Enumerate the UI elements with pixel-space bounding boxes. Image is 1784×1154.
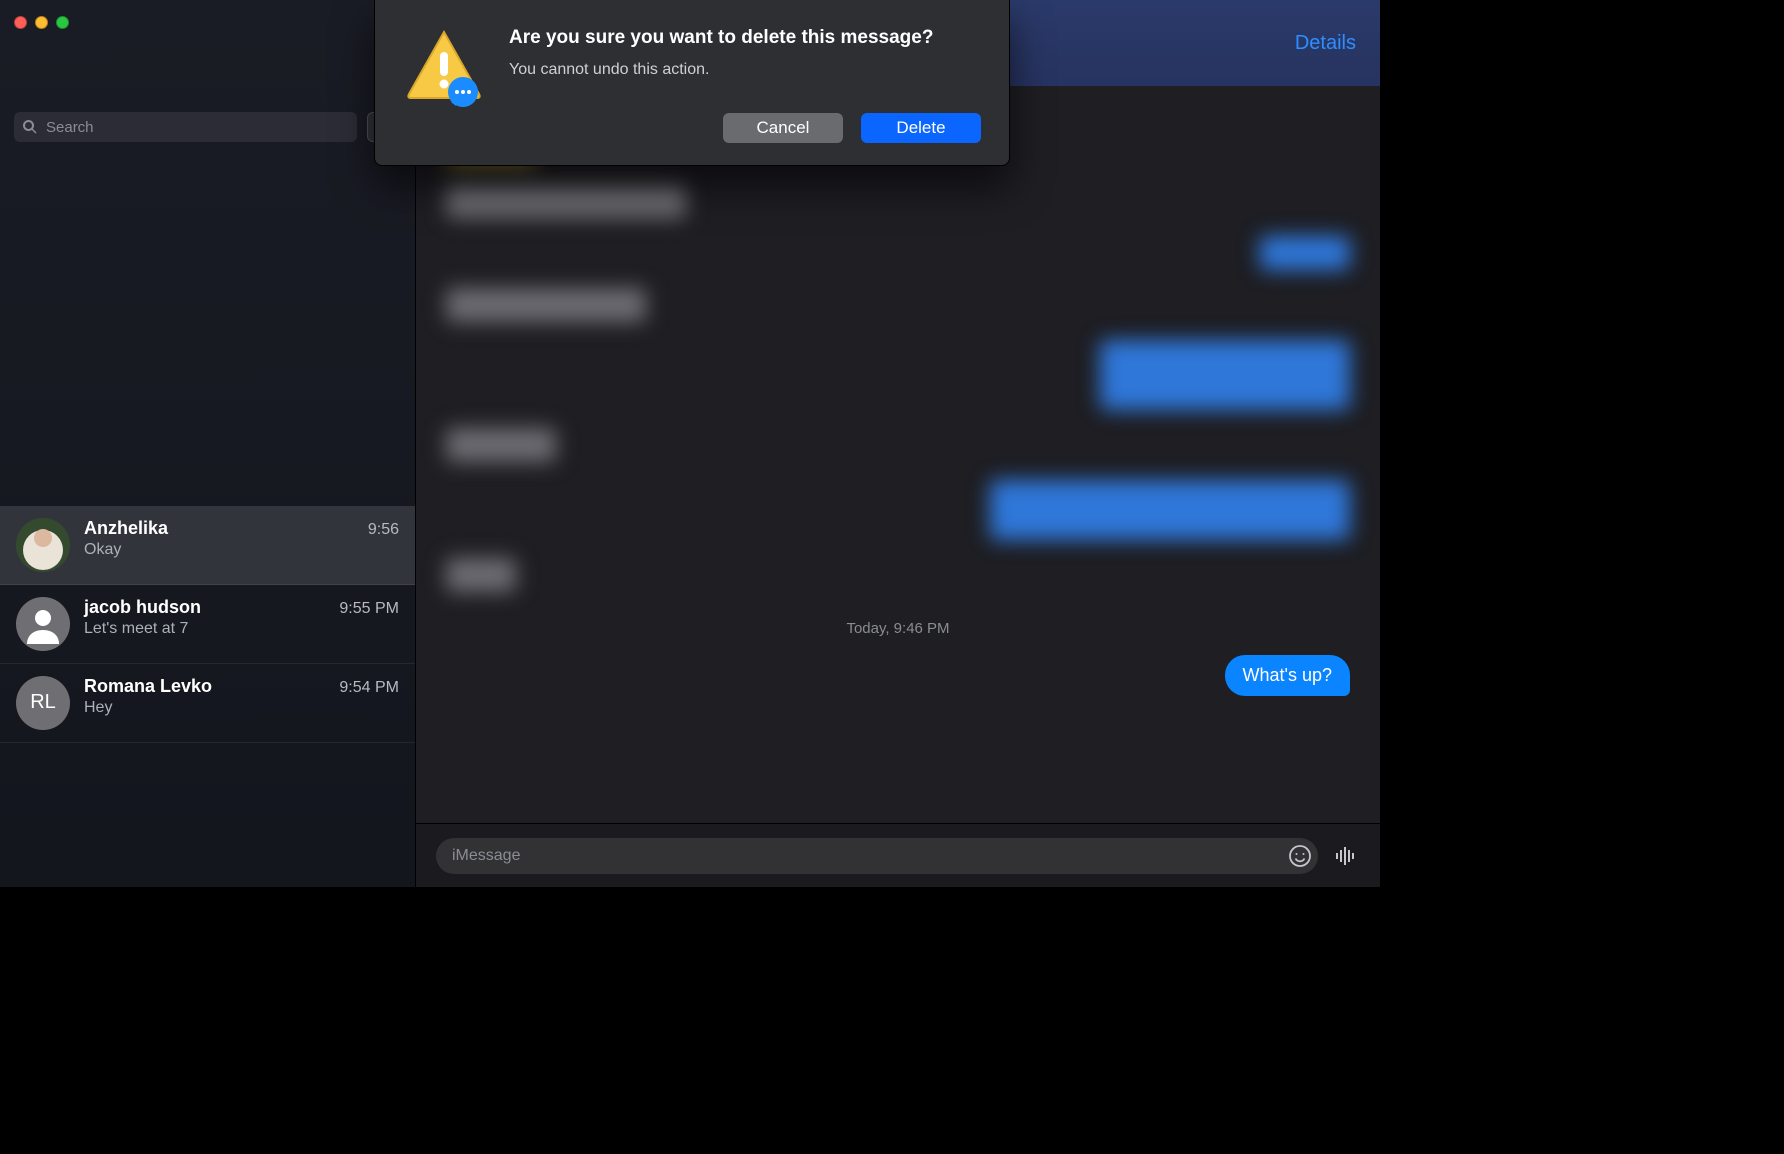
close-window-button[interactable] — [14, 16, 27, 29]
conversation-time: 9:56 — [368, 521, 399, 539]
sidebar-top — [0, 0, 415, 86]
emoji-picker-button[interactable] — [1286, 842, 1314, 870]
conversation-name: Romana Levko — [84, 676, 212, 697]
avatar — [16, 518, 70, 572]
conversation-name: jacob hudson — [84, 597, 201, 618]
conversation-time: 9:55 PM — [339, 600, 399, 618]
messages-window: Anzhelika 9:56 Okay jacob hudson 9:55 PM… — [0, 0, 1380, 887]
smiley-icon — [1288, 844, 1312, 868]
thread-body[interactable]: Today, 9:46 PM What's up? — [416, 86, 1380, 823]
zoom-window-button[interactable] — [56, 16, 69, 29]
avatar — [16, 597, 70, 651]
sent-message-bubble[interactable]: What's up? — [1225, 655, 1350, 696]
conversation-name: Anzhelika — [84, 518, 168, 539]
conversation-preview: Let's meet at 7 — [84, 620, 399, 638]
audio-message-button[interactable] — [1332, 842, 1360, 870]
redacted-sent-message — [1260, 236, 1350, 270]
dialog-subtitle: You cannot undo this action. — [509, 61, 981, 79]
message-input[interactable] — [436, 838, 1318, 874]
thread-timestamp: Today, 9:46 PM — [446, 620, 1350, 637]
redacted-sent-message — [1100, 340, 1350, 410]
search-icon — [22, 119, 38, 135]
details-button[interactable]: Details — [1295, 32, 1356, 55]
conversation-item[interactable]: Anzhelika 9:56 Okay — [0, 506, 415, 585]
window-controls — [14, 10, 69, 29]
conversation-item[interactable]: jacob hudson 9:55 PM Let's meet at 7 — [0, 585, 415, 664]
avatar: RL — [16, 676, 70, 730]
redacted-sent-message — [990, 480, 1350, 540]
cancel-button[interactable]: Cancel — [723, 113, 843, 143]
conversation-preview: Okay — [84, 541, 399, 559]
conversation-sidebar: Anzhelika 9:56 Okay jacob hudson 9:55 PM… — [0, 0, 416, 887]
minimize-window-button[interactable] — [35, 16, 48, 29]
conversation-preview: Hey — [84, 699, 399, 717]
conversation-time: 9:54 PM — [339, 679, 399, 697]
search-input[interactable] — [14, 112, 357, 142]
conversation-item[interactable]: RL Romana Levko 9:54 PM Hey — [0, 664, 415, 743]
dialog-title: Are you sure you want to delete this mes… — [509, 26, 981, 51]
redacted-received-message — [446, 288, 646, 322]
waveform-icon — [1334, 844, 1358, 868]
conversation-list: Anzhelika 9:56 Okay jacob hudson 9:55 PM… — [0, 506, 415, 888]
delete-confirmation-dialog: Are you sure you want to delete this mes… — [374, 0, 1010, 166]
redacted-received-message — [446, 184, 686, 218]
redacted-received-message — [446, 558, 516, 592]
warning-icon — [403, 26, 485, 143]
redacted-received-message — [446, 428, 556, 462]
person-silhouette-icon — [23, 604, 63, 644]
delete-button[interactable]: Delete — [861, 113, 981, 143]
message-composer — [416, 823, 1380, 887]
